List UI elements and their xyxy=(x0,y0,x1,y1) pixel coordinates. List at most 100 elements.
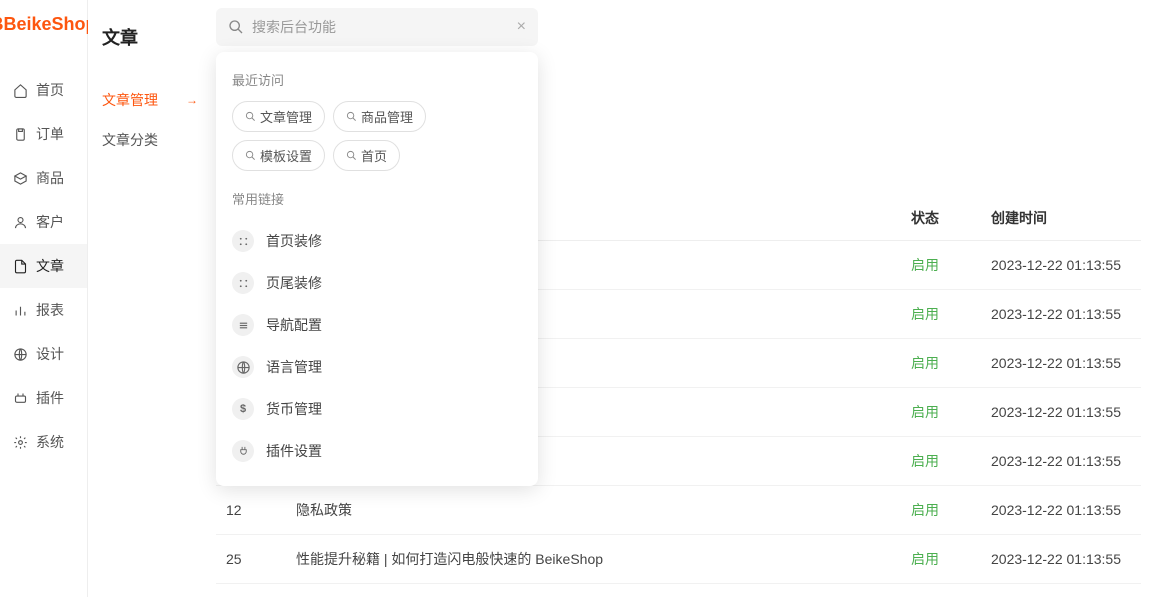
close-icon[interactable]: × xyxy=(517,18,526,36)
chip-label: 模板设置 xyxy=(260,146,312,165)
main-content: × 最近访问 文章管理 商品管理模板设置 首页 常用链接 首页装修页尾装修导航配置语… xyxy=(208,0,1157,597)
cell-title: 隐私政策 xyxy=(286,486,901,535)
globe-icon xyxy=(232,356,254,378)
search-icon xyxy=(228,19,244,35)
nav-item-label: 订单 xyxy=(36,124,64,144)
cell-created: 2023-12-22 01:13:55 xyxy=(981,535,1141,584)
nav-item-plugin[interactable]: 插件 xyxy=(0,376,87,420)
cell-id: 20 xyxy=(216,584,286,597)
dots-icon xyxy=(232,272,254,294)
cell-title: 性能提升秘籍 | 如何打造闪电般快速的 BeikeShop xyxy=(286,535,901,584)
table-row[interactable]: 12隐私政策启用 2023-12-22 01:13:55 xyxy=(216,486,1141,535)
table-row[interactable]: 20使用条款启用2023-12-22 01:13:55 xyxy=(216,584,1141,597)
status-badge: 启用 xyxy=(911,551,939,567)
cell-title: 使用条款 xyxy=(286,584,901,597)
chip-label: 首页 xyxy=(361,146,387,165)
chart-icon xyxy=(12,302,28,318)
sidebar-secondary: 文章 文章管理 → 文章分类 xyxy=(88,0,208,597)
link-label: 页尾装修 xyxy=(266,273,322,293)
recent-chip-3[interactable]: 首页 xyxy=(333,140,400,171)
dollar-icon: $ xyxy=(232,398,254,420)
common-link-5[interactable]: 插件设置 xyxy=(232,430,522,472)
common-link-2[interactable]: 导航配置 xyxy=(232,304,522,346)
chip-label: 商品管理 xyxy=(361,107,413,126)
th-created[interactable]: 创建时间 xyxy=(981,196,1141,241)
sec-item-label: 文章管理 xyxy=(102,90,158,110)
search-icon xyxy=(346,111,357,122)
sec-item-1[interactable]: 文章分类 xyxy=(102,120,208,160)
link-label: 货币管理 xyxy=(266,399,322,419)
common-links-list: 首页装修页尾装修导航配置语言管理 $ 货币管理插件设置 xyxy=(232,220,522,472)
link-label: 导航配置 xyxy=(266,315,322,335)
plug-icon xyxy=(232,440,254,462)
nav-item-label: 文章 xyxy=(36,256,64,276)
home-icon xyxy=(12,82,28,98)
logo[interactable]: BBeikeShop xyxy=(0,0,87,48)
recent-section-label: 最近访问 xyxy=(232,70,522,89)
th-status[interactable]: 状态 xyxy=(901,196,981,241)
search-icon xyxy=(346,150,357,161)
recent-chip-1[interactable]: 商品管理 xyxy=(333,101,426,132)
status-badge: 启用 xyxy=(911,257,939,273)
file-icon xyxy=(12,258,28,274)
nav-item-gear[interactable]: 系统 xyxy=(0,420,87,464)
search-icon xyxy=(245,111,256,122)
status-badge: 启用 xyxy=(911,404,939,420)
logo-text: BeikeShop xyxy=(3,14,96,34)
nav-item-label: 商品 xyxy=(36,168,64,188)
lines-icon xyxy=(232,314,254,336)
common-link-1[interactable]: 页尾装修 xyxy=(232,262,522,304)
search-icon xyxy=(245,150,256,161)
nav-item-clipboard[interactable]: 订单 xyxy=(0,112,87,156)
nav-item-label: 客户 xyxy=(36,212,64,232)
gear-icon xyxy=(12,434,28,450)
nav-item-box[interactable]: 商品 xyxy=(0,156,87,200)
sec-item-label: 文章分类 xyxy=(102,130,158,150)
common-link-0[interactable]: 首页装修 xyxy=(232,220,522,262)
sec-item-0[interactable]: 文章管理 → xyxy=(102,80,208,120)
clipboard-icon xyxy=(12,126,28,142)
nav-item-home[interactable]: 首页 xyxy=(0,68,87,112)
recent-chip-2[interactable]: 模板设置 xyxy=(232,140,325,171)
cell-created: 2023-12-22 01:13:55 xyxy=(981,241,1141,290)
nav-item-label: 首页 xyxy=(36,80,64,100)
primary-nav-list: 首页订单商品客户文章报表设计插件系统 xyxy=(0,48,87,464)
cell-id: 12 xyxy=(216,486,286,535)
nav-item-label: 设计 xyxy=(36,344,64,364)
link-label: 语言管理 xyxy=(266,357,322,377)
search-input[interactable] xyxy=(252,19,517,35)
cell-created: 2023-12-22 01:13:55 xyxy=(981,437,1141,486)
cell-created: 2023-12-22 01:13:55 xyxy=(981,388,1141,437)
link-label: 插件设置 xyxy=(266,441,322,461)
secondary-title: 文章 xyxy=(102,24,208,50)
cell-created: 2023-12-22 01:13:55 xyxy=(981,339,1141,388)
recent-chip-row: 文章管理 商品管理模板设置 首页 xyxy=(232,101,522,171)
nav-item-label: 系统 xyxy=(36,432,64,452)
plugin-icon xyxy=(12,390,28,406)
link-label: 首页装修 xyxy=(266,231,322,251)
status-badge: 启用 xyxy=(911,355,939,371)
recent-chip-0[interactable]: 文章管理 xyxy=(232,101,325,132)
chip-label: 文章管理 xyxy=(260,107,312,126)
common-link-4[interactable]: $ 货币管理 xyxy=(232,388,522,430)
links-section-label: 常用链接 xyxy=(232,189,522,208)
nav-item-user[interactable]: 客户 xyxy=(0,200,87,244)
nav-item-chart[interactable]: 报表 xyxy=(0,288,87,332)
search-dropdown-panel: 最近访问 文章管理 商品管理模板设置 首页 常用链接 首页装修页尾装修导航配置语言管… xyxy=(216,52,538,486)
chevron-right-icon: → xyxy=(186,93,198,107)
common-link-3[interactable]: 语言管理 xyxy=(232,346,522,388)
globe-icon xyxy=(12,346,28,362)
secondary-nav-list: 文章管理 → 文章分类 xyxy=(102,80,208,160)
status-badge: 启用 xyxy=(911,502,939,518)
cell-created: 2023-12-22 01:13:55 xyxy=(981,584,1141,597)
table-row[interactable]: 25性能提升秘籍 | 如何打造闪电般快速的 BeikeShop启用2023-12… xyxy=(216,535,1141,584)
cell-created: 2023-12-22 01:13:55 xyxy=(981,486,1141,535)
nav-item-globe[interactable]: 设计 xyxy=(0,332,87,376)
nav-item-file[interactable]: 文章 xyxy=(0,244,87,288)
cell-created: 2023-12-22 01:13:55 xyxy=(981,290,1141,339)
status-badge: 启用 xyxy=(911,453,939,469)
sidebar-primary: BBeikeShop 首页订单商品客户文章报表设计插件系统 xyxy=(0,0,88,597)
dots-icon xyxy=(232,230,254,252)
search-bar[interactable]: × xyxy=(216,8,538,46)
app-root: BBeikeShop 首页订单商品客户文章报表设计插件系统 文章 文章管理→文章… xyxy=(0,0,1157,597)
